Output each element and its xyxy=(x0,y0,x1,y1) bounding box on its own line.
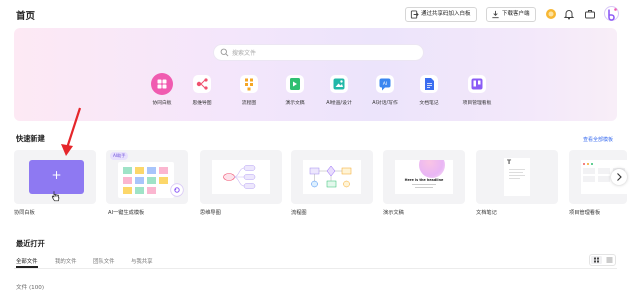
join-whiteboard-label: 通过共享码加入白板 xyxy=(421,11,471,17)
card-label: AI一键生成模板 xyxy=(108,210,145,216)
card-label: 文档笔记 xyxy=(476,210,497,216)
view-toggle[interactable] xyxy=(589,254,616,266)
card-flowchart[interactable] xyxy=(291,150,373,204)
search-placeholder: 搜索文件 xyxy=(232,50,257,57)
briefcase-icon[interactable] xyxy=(584,8,596,20)
new-whiteboard-tile[interactable]: + xyxy=(29,160,84,194)
recent-title: 最近打开 xyxy=(16,239,45,248)
tool-mindmap[interactable]: 思维导图 xyxy=(179,75,225,106)
card-label: 思维导图 xyxy=(200,210,221,216)
card-label: 协同白板 xyxy=(14,210,35,216)
tool-label: 项目管理看板 xyxy=(462,101,492,106)
tab-team-files[interactable]: 团队文件 xyxy=(93,257,115,265)
join-whiteboard-button[interactable]: 通过共享码加入白板 xyxy=(405,7,477,22)
ai-drawing-icon xyxy=(330,75,348,93)
download-client-button[interactable]: 下载客户端 xyxy=(486,7,536,22)
list-view-icon[interactable] xyxy=(604,256,615,264)
join-icon xyxy=(410,10,419,19)
document-icon xyxy=(420,75,438,93)
view-all-templates-link[interactable]: 查看全部模板 xyxy=(583,136,613,143)
card-document[interactable]: T xyxy=(476,150,558,204)
bell-icon[interactable] xyxy=(563,8,575,20)
kanban-icon xyxy=(468,75,486,93)
tool-label: 演示文稿 xyxy=(285,101,305,106)
tab-shared-with-me[interactable]: 与我共享 xyxy=(131,257,153,265)
search-icon xyxy=(220,48,229,57)
presentation-icon xyxy=(286,75,304,93)
presentation-thumbnail: Here is the headline xyxy=(395,160,453,194)
card-label: 流程图 xyxy=(291,210,307,216)
svg-text:AI: AI xyxy=(383,81,387,87)
hero-banner: 搜索文件 协同白板 思维导图 流程图 演示文稿 AI绘画/设计 AI AI对话/… xyxy=(14,28,617,121)
tab-my-files[interactable]: 我的文件 xyxy=(55,257,77,265)
tool-presentation[interactable]: 演示文稿 xyxy=(272,75,318,106)
tool-label: 思维导图 xyxy=(192,101,212,106)
home-page: 首页 通过共享码加入白板 下载客户端 搜索文件 协同白板 思维导图 流程图 演示… xyxy=(0,0,630,295)
chevron-right-icon xyxy=(617,173,622,181)
download-icon xyxy=(492,10,499,19)
plus-icon: + xyxy=(51,168,62,182)
avatar[interactable] xyxy=(604,6,619,21)
quick-create-title: 快速新建 xyxy=(16,134,45,143)
ai-assistant-icon[interactable] xyxy=(170,183,184,197)
files-count: 文件 (100) xyxy=(16,285,45,291)
tool-label: AI对话/写作 xyxy=(372,101,398,106)
tool-flowchart[interactable]: 流程图 xyxy=(226,75,272,106)
card-mindmap[interactable] xyxy=(200,150,282,204)
ai-badge: AI助手 xyxy=(110,152,129,160)
tool-document[interactable]: 文档笔记 xyxy=(406,75,452,106)
card-label: 项目管理看板 xyxy=(569,210,601,216)
tool-ai-chat[interactable]: AI AI对话/写作 xyxy=(362,75,408,106)
grid-view-icon[interactable] xyxy=(591,256,602,264)
search-input[interactable]: 搜索文件 xyxy=(213,44,424,61)
header: 首页 通过共享码加入白板 下载客户端 xyxy=(0,0,630,30)
card-presentation[interactable]: Here is the headline xyxy=(383,150,465,204)
presentation-thumb-text: Here is the headline xyxy=(404,178,444,182)
whiteboard-icon xyxy=(151,73,173,95)
flowchart-thumbnail xyxy=(303,160,361,194)
coin-icon[interactable] xyxy=(545,8,557,20)
flowchart-icon xyxy=(240,75,258,93)
tabs-divider xyxy=(14,268,617,269)
mindmap-icon xyxy=(193,75,211,93)
active-tab-indicator xyxy=(16,266,38,268)
tool-label: AI绘画/设计 xyxy=(326,101,352,106)
tool-kanban[interactable]: 项目管理看板 xyxy=(454,75,500,106)
mindmap-thumbnail xyxy=(212,160,270,194)
download-client-label: 下载客户端 xyxy=(502,11,530,17)
document-thumbnail: T xyxy=(504,158,530,196)
tool-ai-drawing[interactable]: AI绘画/设计 xyxy=(316,75,362,106)
page-title: 首页 xyxy=(16,11,36,22)
carousel-next-button[interactable] xyxy=(611,169,627,185)
annotation-arrow-icon xyxy=(61,107,82,156)
hand-cursor-icon xyxy=(51,191,60,202)
tool-label: 文档笔记 xyxy=(419,101,439,106)
tab-all-files[interactable]: 全部文件 xyxy=(16,257,38,265)
tool-label: 流程图 xyxy=(241,101,257,106)
ai-chat-icon: AI xyxy=(376,75,394,93)
ai-template-thumbnail xyxy=(118,162,174,198)
card-label: 演示文稿 xyxy=(383,210,404,216)
